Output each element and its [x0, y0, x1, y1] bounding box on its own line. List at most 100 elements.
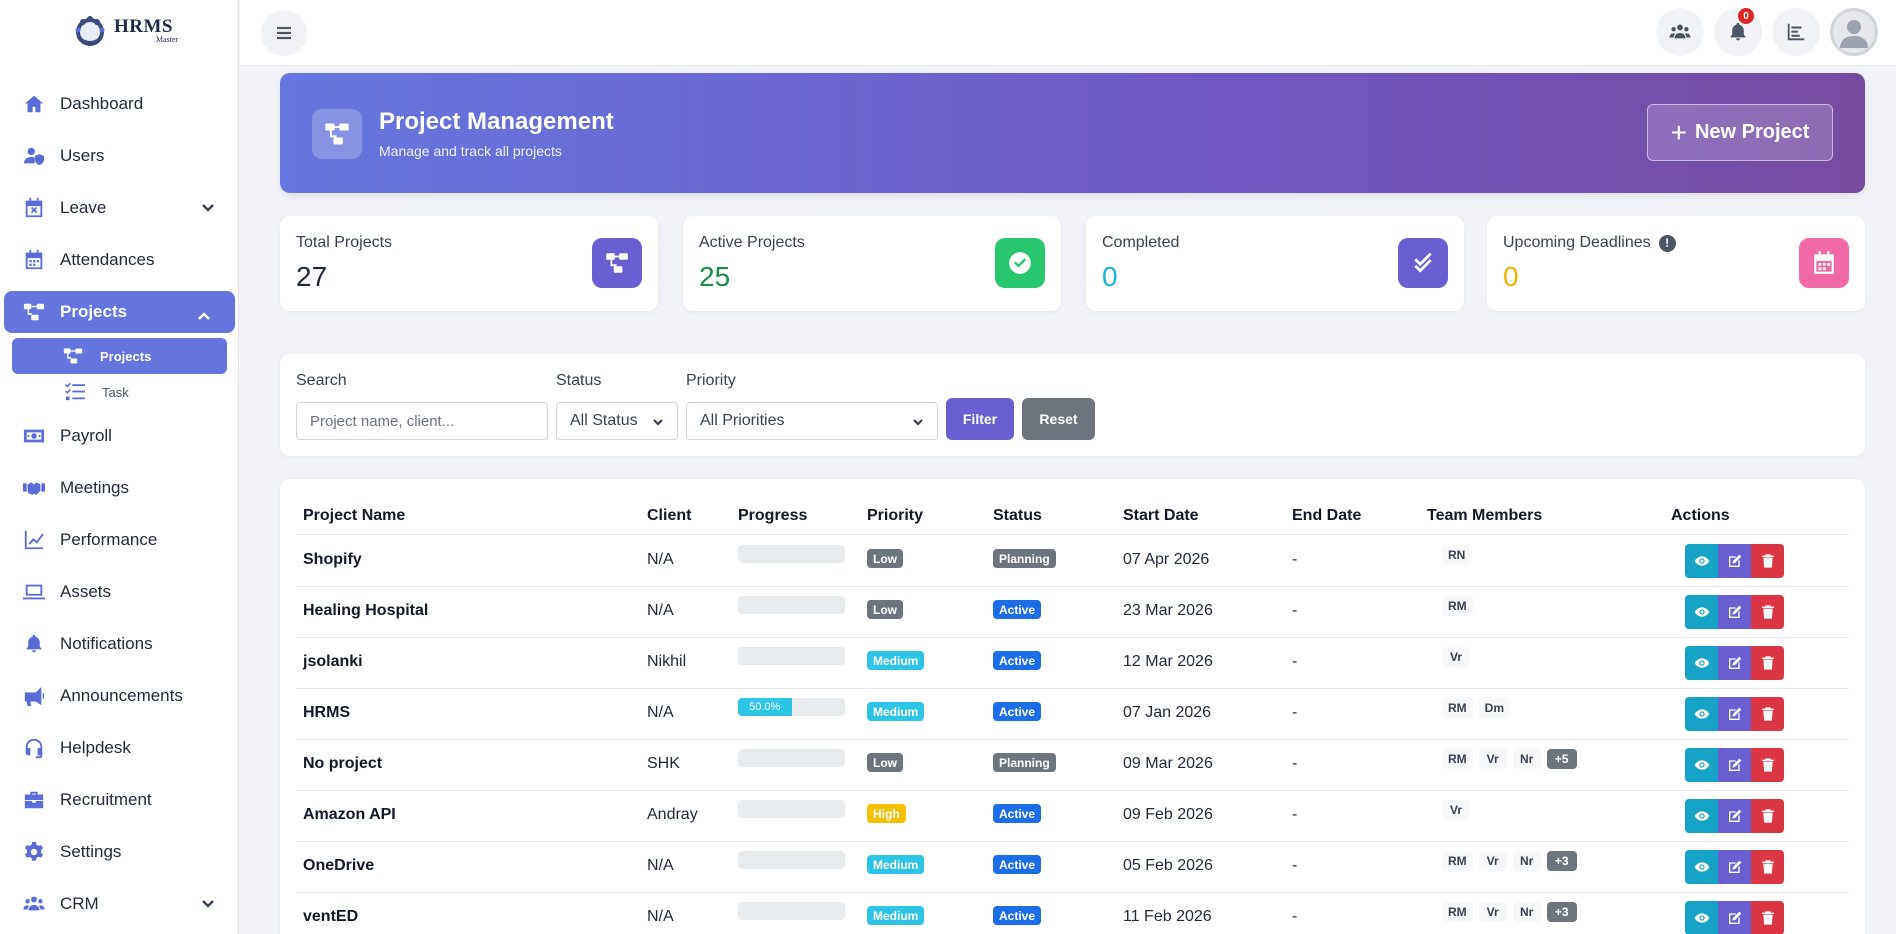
calendar-x-icon: [22, 196, 46, 220]
row-actions: [1685, 901, 1784, 934]
sidebar-item-performance[interactable]: Performance: [0, 514, 239, 566]
edit-button[interactable]: [1718, 850, 1751, 884]
start-date-cell: 12 Mar 2026: [1123, 653, 1213, 670]
delete-button[interactable]: [1751, 544, 1784, 578]
team-members: Vr: [1442, 647, 1470, 667]
start-date-cell: 07 Jan 2026: [1123, 704, 1212, 721]
team-member-badge: RN: [1442, 545, 1472, 565]
col-header-project-name[interactable]: Project Name: [303, 507, 405, 525]
sidebar-item-crm[interactable]: CRM: [0, 878, 239, 930]
new-project-label: New Project: [1694, 121, 1810, 143]
table-row: Shopify N/A Low Planning 07 Apr 2026 - RN: [296, 536, 1849, 587]
filter-button[interactable]: Filter: [946, 398, 1014, 440]
view-button[interactable]: [1685, 544, 1718, 578]
status-badge: Active: [993, 855, 1042, 874]
sidebar-item-dashboard[interactable]: Dashboard: [0, 78, 239, 130]
sidebar-item-assets[interactable]: Assets: [0, 566, 239, 618]
more-members-badge[interactable]: +3: [1546, 902, 1577, 922]
notifications-button[interactable]: 0: [1714, 8, 1762, 56]
sidebar-item-attendances[interactable]: Attendances: [0, 234, 239, 286]
table-row: jsolanki Nikhil Medium Active 12 Mar 2026 - Vr: [296, 638, 1849, 689]
col-header-end-date[interactable]: End Date: [1292, 507, 1361, 525]
view-button[interactable]: [1685, 748, 1718, 782]
sidebar-item-payroll[interactable]: Payroll: [0, 410, 239, 462]
view-button[interactable]: [1685, 646, 1718, 680]
edit-button[interactable]: [1718, 595, 1751, 629]
headset-icon: [22, 736, 46, 760]
table-row: OneDrive N/A Medium Active 05 Feb 2026 - RM Vr N…: [296, 842, 1849, 893]
view-button[interactable]: [1685, 697, 1718, 731]
logo[interactable]: HRMS Master: [70, 12, 178, 48]
trash-icon: [1761, 911, 1774, 925]
view-button[interactable]: [1685, 799, 1718, 833]
trash-icon: [1761, 809, 1774, 823]
sidebar-item-projects[interactable]: Projects: [4, 291, 235, 333]
sidebar-item-label: Payroll: [60, 426, 112, 445]
team-member-badge: Nr: [1512, 749, 1541, 769]
row-actions: [1685, 850, 1784, 884]
client-cell: N/A: [647, 908, 674, 925]
more-members-badge[interactable]: +5: [1546, 749, 1577, 769]
sidebar-item-users[interactable]: Users: [0, 130, 239, 182]
eye-icon: [1694, 760, 1709, 770]
sidebar-item-settings[interactable]: Settings: [0, 826, 239, 878]
stat-card-total-projects: Total Projects 27: [280, 216, 658, 311]
status-badge: Active: [993, 906, 1042, 925]
delete-button[interactable]: [1751, 748, 1784, 782]
laptop-icon: [22, 580, 46, 604]
col-header-progress[interactable]: Progress: [738, 507, 807, 525]
sidebar-item-notifications[interactable]: Notifications: [0, 618, 239, 670]
col-header-client[interactable]: Client: [647, 507, 691, 525]
reset-button[interactable]: Reset: [1022, 398, 1095, 440]
edit-button[interactable]: [1718, 799, 1751, 833]
client-cell: N/A: [647, 602, 674, 619]
info-icon[interactable]: !: [1658, 234, 1676, 252]
stat-icon: [592, 238, 642, 288]
stats-row: Total Projects 27 Active Projects 25 Com…: [280, 216, 1865, 311]
sidebar-item-leave[interactable]: Leave: [0, 182, 239, 234]
status-select[interactable]: All Status: [556, 402, 678, 440]
page-subtitle: Manage and track all projects: [379, 143, 562, 159]
delete-button[interactable]: [1751, 646, 1784, 680]
edit-button[interactable]: [1718, 748, 1751, 782]
submenu-item-label: Projects: [100, 348, 152, 364]
sidebar-item-meetings[interactable]: Meetings: [0, 462, 239, 514]
view-button[interactable]: [1685, 850, 1718, 884]
calendar-icon: [22, 248, 46, 272]
delete-button[interactable]: [1751, 595, 1784, 629]
team-members: RM Vr Nr +3: [1442, 851, 1577, 871]
search-input[interactable]: Project name, client...: [296, 402, 548, 440]
edit-button[interactable]: [1718, 901, 1751, 934]
end-date-cell: -: [1292, 857, 1298, 874]
edit-button[interactable]: [1718, 544, 1751, 578]
view-button[interactable]: [1685, 595, 1718, 629]
submenu-item-task[interactable]: Task: [12, 374, 227, 410]
priority-select[interactable]: All Priorities: [686, 402, 938, 440]
delete-button[interactable]: [1751, 697, 1784, 731]
new-project-button[interactable]: + New Project: [1647, 104, 1833, 161]
progress-bar: [738, 596, 845, 614]
menu-toggle-button[interactable]: [261, 10, 307, 56]
row-actions: [1685, 544, 1784, 578]
edit-button[interactable]: [1718, 697, 1751, 731]
col-header-status[interactable]: Status: [993, 507, 1042, 525]
view-button[interactable]: [1685, 901, 1718, 934]
sidebar-item-label: Helpdesk: [60, 738, 131, 757]
col-header-priority[interactable]: Priority: [867, 507, 923, 525]
page-title: Project Management: [379, 108, 614, 135]
delete-button[interactable]: [1751, 799, 1784, 833]
user-avatar[interactable]: [1830, 8, 1878, 56]
edit-button[interactable]: [1718, 646, 1751, 680]
team-button[interactable]: [1656, 8, 1704, 56]
more-members-badge[interactable]: +3: [1546, 851, 1577, 871]
team-members: RM Vr Nr +5: [1442, 749, 1577, 769]
reports-button[interactable]: [1772, 8, 1820, 56]
sidebar-item-helpdesk[interactable]: Helpdesk: [0, 722, 239, 774]
sidebar-item-announcements[interactable]: Announcements: [0, 670, 239, 722]
submenu-item-projects[interactable]: Projects: [12, 338, 227, 374]
sidebar-item-recruitment[interactable]: Recruitment: [0, 774, 239, 826]
delete-button[interactable]: [1751, 901, 1784, 934]
stat-icon: [1398, 238, 1448, 288]
col-header-start-date[interactable]: Start Date: [1123, 507, 1199, 525]
delete-button[interactable]: [1751, 850, 1784, 884]
